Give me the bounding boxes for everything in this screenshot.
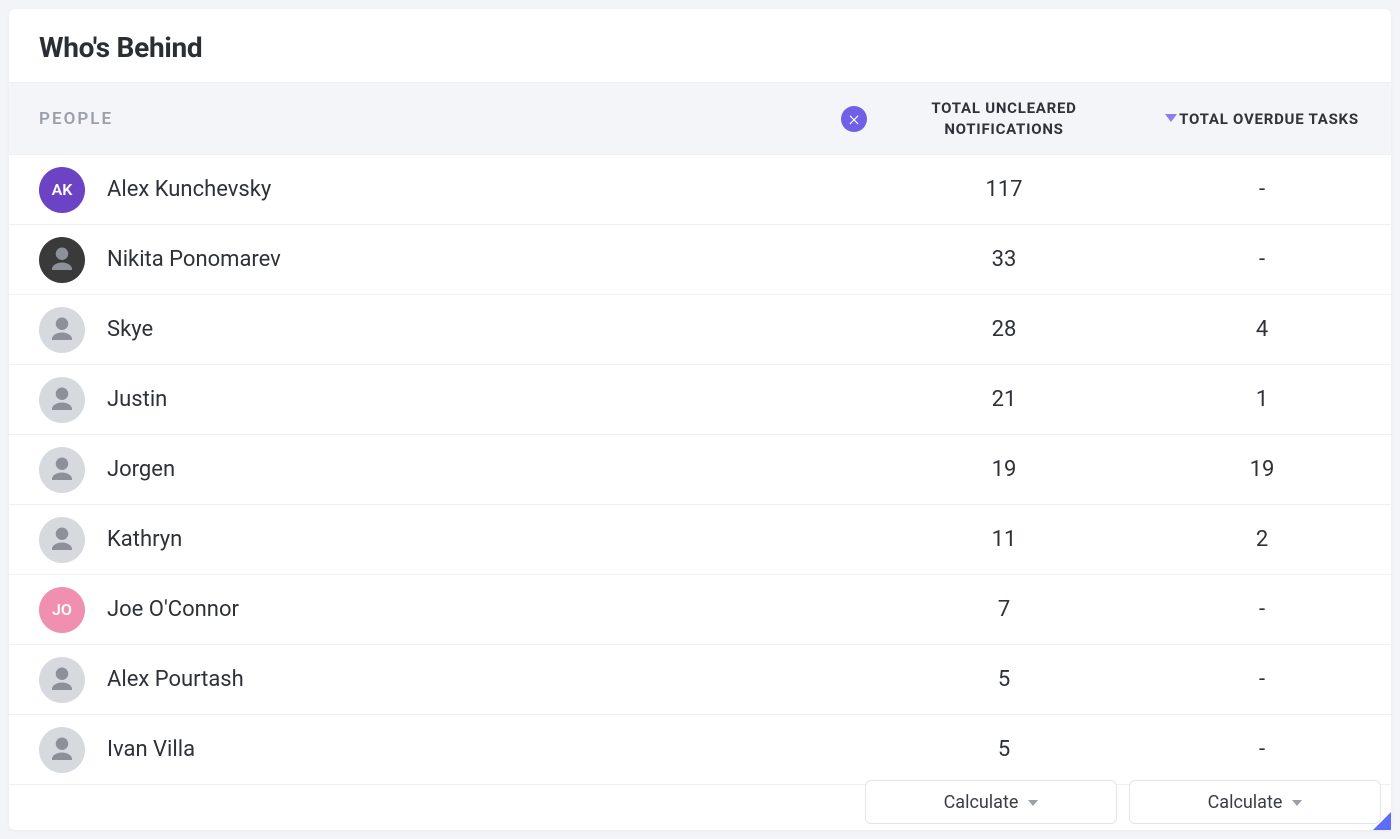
card-footer: Calculate Calculate [855, 772, 1391, 830]
overdue-cell: - [1133, 737, 1391, 762]
overdue-cell: - [1133, 667, 1391, 692]
overdue-cell: 4 [1133, 317, 1391, 342]
column-header-notifications-label: TOTAL UNCLEARED NOTIFICATIONS [883, 98, 1125, 139]
table-row[interactable]: Skye 284 [9, 295, 1391, 365]
person-name: Kathryn [107, 527, 182, 552]
notifications-cell: 11 [875, 527, 1133, 552]
person-name: Justin [107, 387, 167, 412]
avatar [39, 307, 85, 353]
person-cell: Skye [39, 307, 875, 353]
table-row[interactable]: Justin 211 [9, 365, 1391, 435]
person-name: Joe O'Connor [107, 597, 239, 622]
table-row[interactable]: JO Joe O'Connor 7- [9, 575, 1391, 645]
person-cell: Ivan Villa [39, 727, 875, 773]
avatar: AK [39, 167, 85, 213]
column-header-overdue-label: TOTAL OVERDUE TASKS [1179, 110, 1359, 128]
table-row[interactable]: Nikita Ponomarev 33- [9, 225, 1391, 295]
person-name: Jorgen [107, 457, 175, 482]
table-row[interactable]: Jorgen 1919 [9, 435, 1391, 505]
column-header-people[interactable]: PEOPLE [39, 109, 875, 129]
dropdown-label: Calculate [944, 792, 1019, 813]
notifications-cell: 33 [875, 247, 1133, 272]
person-icon [47, 245, 77, 275]
column-header-overdue[interactable]: TOTAL OVERDUE TASKS [1133, 110, 1391, 128]
overdue-cell: - [1133, 247, 1391, 272]
notifications-cell: 21 [875, 387, 1133, 412]
overdue-cell: - [1133, 177, 1391, 202]
table-row[interactable]: Kathryn 112 [9, 505, 1391, 575]
avatar [39, 727, 85, 773]
table-body: AKAlex Kunchevsky117-Nikita Ponomarev33-… [9, 155, 1391, 785]
overdue-cell: 2 [1133, 527, 1391, 552]
notifications-cell: 7 [875, 597, 1133, 622]
card-title: Who's Behind [39, 31, 1361, 64]
person-cell: Alex Pourtash [39, 657, 875, 703]
table-header: PEOPLE TOTAL UNCLEARED NOTIFICATIONS TOT… [9, 83, 1391, 155]
overdue-cell: 19 [1133, 457, 1391, 482]
person-cell: Jorgen [39, 447, 875, 493]
person-icon [47, 735, 77, 765]
notifications-cell: 5 [875, 737, 1133, 762]
overdue-cell: 1 [1133, 387, 1391, 412]
resize-handle[interactable] [1373, 812, 1391, 830]
avatar: JO [39, 587, 85, 633]
avatar [39, 657, 85, 703]
table-row[interactable]: AK Alex Kunchevsky 117- [9, 155, 1391, 225]
avatar [39, 237, 85, 283]
person-icon [47, 315, 77, 345]
avatar [39, 517, 85, 563]
clear-filter-button[interactable] [841, 106, 867, 132]
person-icon [47, 525, 77, 555]
person-name: Alex Pourtash [107, 667, 244, 692]
person-icon [47, 665, 77, 695]
notifications-cell: 19 [875, 457, 1133, 482]
person-cell: AK Alex Kunchevsky [39, 167, 875, 213]
person-cell: Nikita Ponomarev [39, 237, 875, 283]
avatar [39, 377, 85, 423]
overdue-cell: - [1133, 597, 1391, 622]
calculate-dropdown-notifications[interactable]: Calculate [865, 780, 1117, 824]
person-name: Skye [107, 317, 153, 342]
person-cell: JO Joe O'Connor [39, 587, 875, 633]
table-row[interactable]: Alex Pourtash 5- [9, 645, 1391, 715]
person-name: Ivan Villa [107, 737, 195, 762]
chevron-down-icon [1028, 800, 1038, 806]
person-name: Nikita Ponomarev [107, 247, 281, 272]
card-header: Who's Behind [9, 9, 1391, 83]
close-circle-icon [847, 112, 861, 126]
avatar [39, 447, 85, 493]
sort-descending-icon [1165, 114, 1177, 122]
dropdown-label: Calculate [1208, 792, 1283, 813]
person-cell: Justin [39, 377, 875, 423]
whos-behind-card: Who's Behind PEOPLE TOTAL UNCLEARED NOTI… [9, 9, 1391, 830]
notifications-cell: 117 [875, 177, 1133, 202]
notifications-cell: 5 [875, 667, 1133, 692]
notifications-cell: 28 [875, 317, 1133, 342]
person-cell: Kathryn [39, 517, 875, 563]
person-icon [47, 385, 77, 415]
chevron-down-icon [1292, 800, 1302, 806]
person-icon [47, 455, 77, 485]
person-name: Alex Kunchevsky [107, 177, 271, 202]
column-header-notifications[interactable]: TOTAL UNCLEARED NOTIFICATIONS [875, 98, 1133, 139]
calculate-dropdown-overdue[interactable]: Calculate [1129, 780, 1381, 824]
